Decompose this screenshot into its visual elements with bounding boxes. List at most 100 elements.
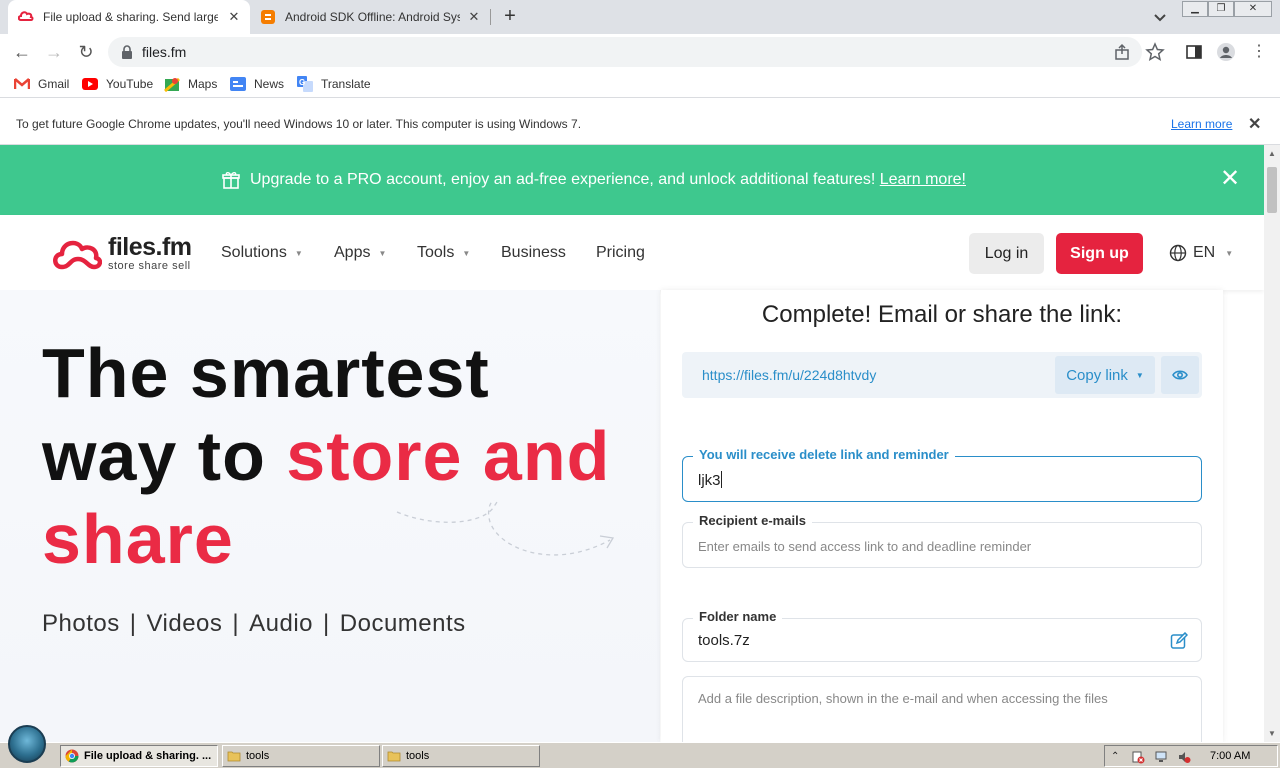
lock-icon [122, 45, 132, 59]
infobar-message: To get future Google Chrome updates, you… [16, 117, 582, 131]
taskbar-clock[interactable]: 7:00 AM [1210, 750, 1250, 762]
address-url: files.fm [142, 44, 187, 60]
bookmarks-bar: Gmail YouTube Maps News G Translate [0, 70, 1280, 98]
share-link-box: https://files.fm/u/224d8htvdy Copy link ▼ [682, 352, 1202, 398]
forward-arrow-icon[interactable]: → [44, 42, 64, 62]
text-cursor [720, 471, 722, 488]
caret-down-icon: ▼ [1225, 248, 1234, 258]
volume-muted-icon[interactable] [1177, 750, 1191, 764]
infobar-close-icon[interactable]: ✕ [1248, 114, 1261, 134]
nav-tools[interactable]: Tools ▼ [417, 244, 470, 262]
profile-avatar-icon[interactable] [1216, 42, 1236, 62]
page-scrollbar[interactable]: ▲ ▼ [1264, 145, 1280, 742]
tab-close-icon[interactable]: ✕ [226, 9, 242, 25]
youtube-icon [82, 76, 98, 92]
caret-down-icon: ▼ [462, 248, 471, 258]
caret-down-icon: ▼ [1135, 370, 1144, 380]
web-page: Upgrade to a PRO account, enjoy an ad-fr… [0, 145, 1264, 742]
minimize-icon[interactable]: ▁ [1182, 1, 1208, 17]
scroll-thumb[interactable] [1267, 167, 1277, 213]
scroll-down-icon[interactable]: ▼ [1268, 729, 1276, 738]
eye-icon [1172, 370, 1188, 380]
new-tab-icon[interactable]: + [500, 6, 520, 27]
files-fm-logo[interactable]: files.fm store share sell [52, 233, 202, 275]
update-infobar: To get future Google Chrome updates, you… [0, 103, 1280, 145]
share-icon[interactable] [1113, 43, 1131, 61]
nav-apps[interactable]: Apps ▼ [334, 244, 386, 262]
tab-close-icon[interactable]: ✕ [466, 9, 482, 25]
dashed-arrow-decoration [396, 500, 615, 556]
bookmark-youtube[interactable]: YouTube [82, 76, 153, 92]
windows-taskbar: File upload & sharing. ... tools tools ⌃… [0, 725, 1280, 768]
taskbar-item-tools-2[interactable]: tools [382, 745, 540, 767]
bookmark-translate[interactable]: G Translate [297, 76, 371, 92]
language-selector[interactable]: EN ▼ [1169, 244, 1233, 262]
svg-text:G: G [299, 78, 305, 87]
tab-divider [490, 9, 491, 25]
reload-icon[interactable]: ↻ [76, 42, 96, 62]
folder-name-label: Folder name [693, 609, 783, 624]
share-link-url[interactable]: https://files.fm/u/224d8htvdy [702, 367, 876, 383]
sender-email-value: ljk3 [698, 471, 722, 489]
bookmark-maps[interactable]: Maps [164, 76, 217, 92]
start-button[interactable] [8, 725, 46, 763]
file-types-list: Photos | Videos | Audio | Documents [42, 610, 466, 637]
kebab-menu-icon[interactable]: ⋮ [1249, 42, 1269, 62]
folder-name-field[interactable]: Folder name tools.7z [682, 609, 1202, 662]
translate-icon: G [297, 76, 313, 92]
network-icon[interactable] [1154, 750, 1168, 764]
side-panel-icon[interactable] [1184, 42, 1204, 62]
bookmark-gmail[interactable]: Gmail [14, 76, 69, 92]
file-description-field[interactable]: Add a file description, shown in the e-m… [682, 676, 1202, 742]
panel-title: Complete! Email or share the link: [761, 301, 1123, 328]
recipient-emails-placeholder: Enter emails to send access link to and … [698, 539, 1032, 554]
copy-link-button[interactable]: Copy link ▼ [1055, 356, 1155, 394]
file-description-placeholder: Add a file description, shown in the e-m… [698, 691, 1108, 706]
cloud-logo-icon [53, 240, 102, 270]
caret-down-icon: ▼ [378, 248, 387, 258]
maps-icon [164, 76, 180, 92]
nav-pricing[interactable]: Pricing [596, 244, 645, 262]
login-button[interactable]: Log in [969, 233, 1044, 274]
tab-android-sdk[interactable]: Android SDK Offline: Android Syster ✕ [250, 0, 490, 34]
tab-title: Android SDK Offline: Android Syster [285, 10, 460, 24]
window-close-icon[interactable]: ✕ [1234, 1, 1272, 17]
taskbar-item-tools-1[interactable]: tools [222, 745, 380, 767]
show-hidden-icons-icon[interactable]: ⌃ [1111, 750, 1125, 764]
promo-learn-more-link[interactable]: Learn more! [880, 171, 966, 188]
sender-email-field[interactable]: You will receive delete link and reminde… [682, 447, 1202, 502]
edit-pencil-icon[interactable] [1170, 632, 1188, 650]
infobar-learn-more-link[interactable]: Learn more [1171, 117, 1232, 131]
signup-button[interactable]: Sign up [1056, 233, 1143, 274]
preview-eye-button[interactable] [1161, 356, 1199, 394]
hero-section: The smartest way to store and share Phot… [0, 290, 660, 742]
browser-toolbar: ← → ↻ files.fm ⋮ [0, 34, 1280, 70]
promo-close-icon[interactable]: ✕ [1220, 167, 1240, 191]
nav-solutions[interactable]: Solutions ▼ [221, 244, 303, 262]
tab-search-chevron-icon[interactable] [1152, 9, 1168, 25]
system-tray: ⌃ 7:00 AM [1104, 745, 1278, 767]
scroll-up-icon[interactable]: ▲ [1268, 149, 1276, 158]
recipient-emails-label: Recipient e-mails [693, 513, 812, 528]
sender-email-label: You will receive delete link and reminde… [693, 447, 955, 462]
folder-name-value: tools.7z [698, 632, 750, 649]
folder-icon [387, 751, 401, 762]
caret-down-icon: ▼ [294, 248, 303, 258]
site-header: files.fm store share sell Solutions ▼ App… [0, 215, 1264, 290]
address-bar[interactable]: files.fm [108, 37, 1142, 67]
bookmark-star-icon[interactable] [1145, 42, 1165, 62]
restore-icon[interactable]: ❐ [1208, 1, 1234, 17]
tab-files-fm[interactable]: File upload & sharing. Send large ph ✕ [8, 0, 250, 34]
gmail-icon [14, 76, 30, 92]
nav-business[interactable]: Business [501, 244, 566, 262]
upload-complete-panel: Complete! Email or share the link: https… [661, 290, 1223, 742]
promo-banner: Upgrade to a PRO account, enjoy an ad-fr… [0, 145, 1264, 215]
back-arrow-icon[interactable]: ← [12, 42, 32, 62]
recipient-emails-field[interactable]: Recipient e-mails Enter emails to send a… [682, 513, 1202, 568]
bookmark-news[interactable]: News [230, 76, 284, 92]
news-icon [230, 76, 246, 92]
logo-name: files.fm [108, 233, 192, 261]
action-center-warning-icon[interactable] [1131, 750, 1145, 764]
gift-icon [222, 172, 240, 189]
taskbar-item-chrome[interactable]: File upload & sharing. ... [60, 745, 218, 767]
